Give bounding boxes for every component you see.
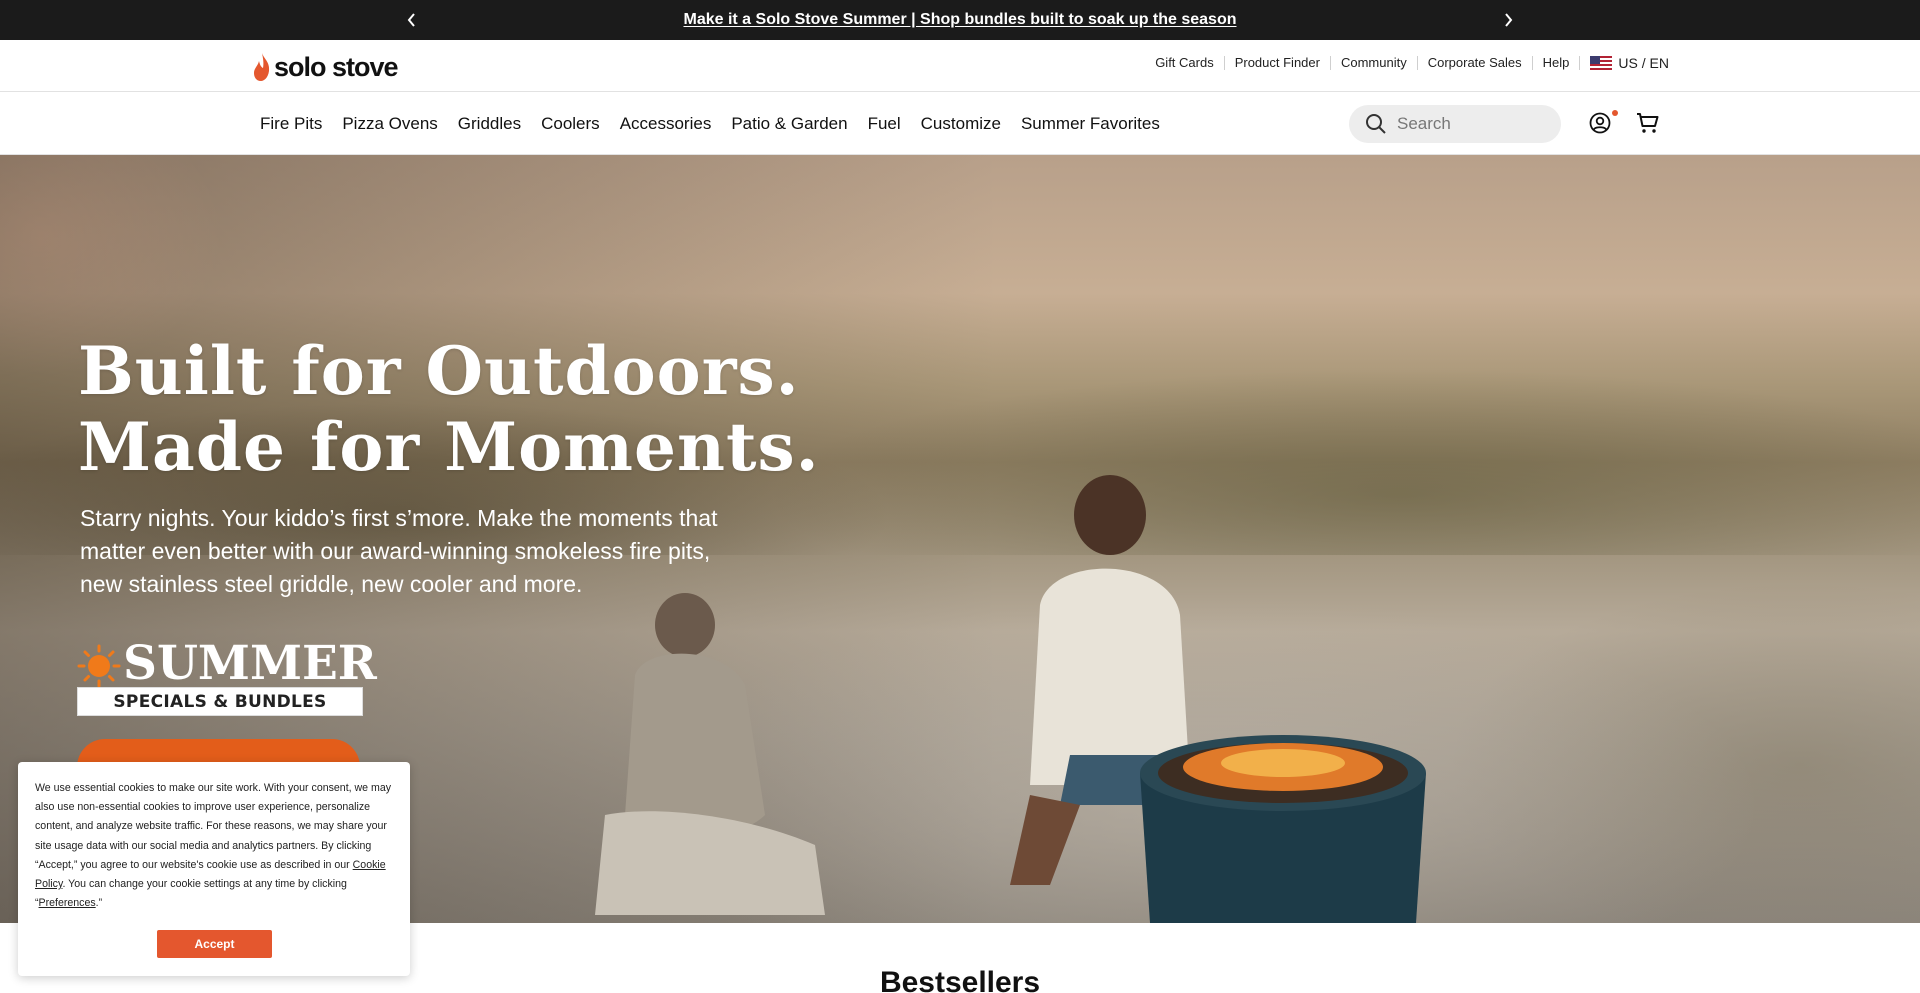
announcement-link[interactable]: Make it a Solo Stove Summer | Shop bundl… bbox=[683, 11, 1236, 29]
corporate-sales-link[interactable]: Corporate Sales bbox=[1416, 56, 1532, 70]
account-button[interactable] bbox=[1589, 110, 1618, 138]
us-flag-icon bbox=[1590, 56, 1613, 70]
flame-icon bbox=[254, 53, 270, 81]
preferences-link[interactable]: Preferences bbox=[39, 897, 96, 909]
utility-header: solo stove Gift Cards Product Finder Com… bbox=[0, 40, 1920, 92]
community-link[interactable]: Community bbox=[1329, 56, 1417, 70]
chevron-left-icon[interactable] bbox=[400, 8, 424, 32]
search-box[interactable] bbox=[1349, 105, 1561, 143]
locale-selector[interactable]: US / EN bbox=[1579, 56, 1669, 70]
hero-headline-line-1: Built for Outdoors. bbox=[78, 332, 800, 410]
cookie-banner: We use essential cookies to make our sit… bbox=[18, 762, 410, 976]
summer-word: SUMMER bbox=[123, 636, 377, 691]
logo-text: solo stove bbox=[274, 51, 399, 82]
nav-item-coolers[interactable]: Coolers bbox=[541, 114, 600, 134]
search-icon bbox=[1366, 114, 1386, 134]
nav-item-griddles[interactable]: Griddles bbox=[458, 114, 521, 134]
help-link[interactable]: Help bbox=[1531, 56, 1580, 70]
cart-icon bbox=[1637, 113, 1659, 133]
cart-button[interactable] bbox=[1636, 111, 1662, 137]
accept-cookies-button[interactable]: Accept bbox=[157, 930, 272, 958]
product-finder-link[interactable]: Product Finder bbox=[1223, 56, 1330, 70]
nav-item-pizza-ovens[interactable]: Pizza Ovens bbox=[342, 114, 437, 134]
bestsellers-title: Bestsellers bbox=[879, 966, 1041, 993]
cookie-text-part-3: .” bbox=[95, 897, 103, 910]
hero-headline: Built for Outdoors. Made for Moments. bbox=[78, 333, 820, 485]
summer-badge: SUMMER SPECIALS & BUNDLES bbox=[77, 638, 377, 716]
announcement-bar: Make it a Solo Stove Summer | Shop bundl… bbox=[0, 0, 1920, 40]
hero-subtext: Starry nights. Your kiddo’s first s’more… bbox=[80, 505, 718, 597]
logo[interactable]: solo stove bbox=[252, 51, 399, 83]
hero-headline-line-2: Made for Moments. bbox=[78, 408, 820, 486]
cookie-text-part-1: We use essential cookies to make our sit… bbox=[35, 782, 392, 871]
person-illustration bbox=[595, 593, 825, 915]
locale-label: US / EN bbox=[1618, 55, 1669, 71]
gift-cards-link[interactable]: Gift Cards bbox=[1145, 56, 1224, 70]
sun-icon bbox=[77, 644, 121, 688]
nav-menu: Fire Pits Pizza Ovens Griddles Coolers A… bbox=[260, 93, 1160, 155]
user-icon bbox=[1589, 112, 1611, 134]
nav-item-customize[interactable]: Customize bbox=[921, 114, 1001, 134]
main-navigation: Fire Pits Pizza Ovens Griddles Coolers A… bbox=[0, 93, 1920, 155]
notification-dot bbox=[1612, 110, 1618, 116]
specials-band: SPECIALS & BUNDLES bbox=[77, 687, 363, 716]
utility-links: Gift Cards Product Finder Community Corp… bbox=[1145, 56, 1669, 70]
chevron-right-icon[interactable] bbox=[1496, 8, 1520, 32]
search-input[interactable] bbox=[1397, 114, 1547, 134]
nav-item-fire-pits[interactable]: Fire Pits bbox=[260, 114, 322, 134]
nav-item-patio-garden[interactable]: Patio & Garden bbox=[731, 114, 847, 134]
nav-item-accessories[interactable]: Accessories bbox=[620, 114, 712, 134]
nav-item-fuel[interactable]: Fuel bbox=[868, 114, 901, 134]
nav-item-summer-favorites[interactable]: Summer Favorites bbox=[1021, 114, 1160, 134]
fire-pit-illustration bbox=[1140, 735, 1426, 923]
cookie-text: We use essential cookies to make our sit… bbox=[35, 779, 394, 913]
